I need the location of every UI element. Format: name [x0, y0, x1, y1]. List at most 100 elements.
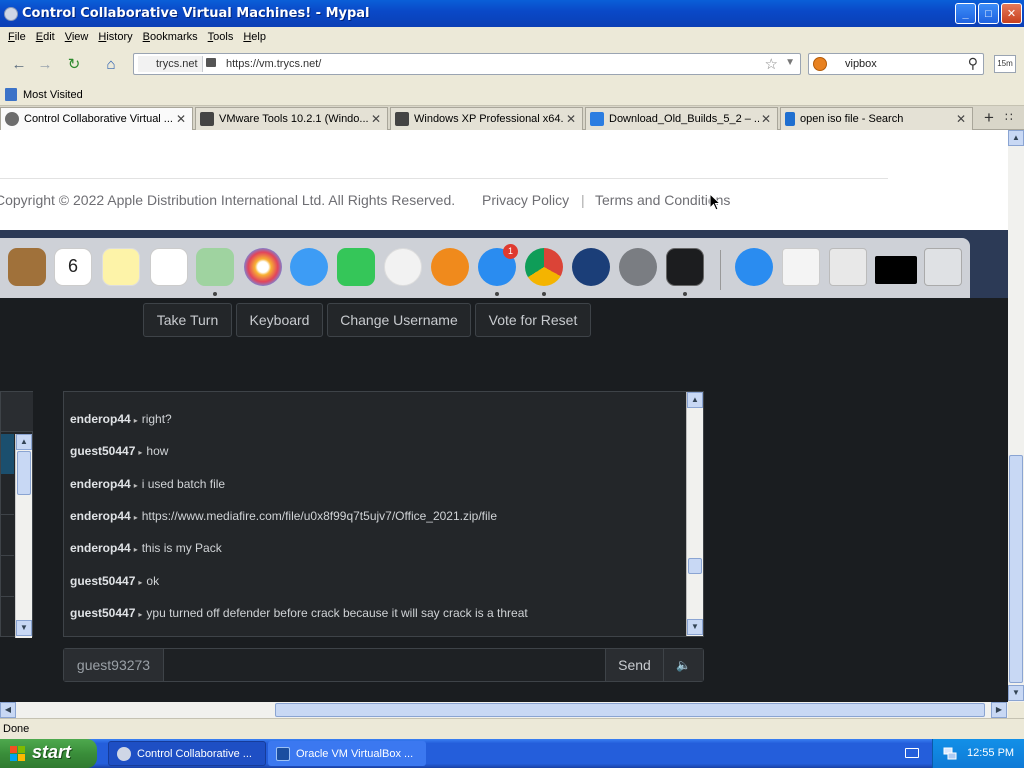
chat-username: guest50447 [70, 606, 136, 620]
chat-message: enderop44 ▸ this is my Pack [70, 541, 222, 555]
chat-username: enderop44 [70, 541, 131, 555]
footer-separator: | [581, 192, 585, 208]
scroll-down-arrow-icon[interactable]: ▼ [16, 620, 32, 636]
scroll-down-arrow-icon[interactable]: ▼ [1008, 685, 1024, 701]
scroll-thumb[interactable] [1009, 455, 1023, 683]
chat-log[interactable]: enderop44 ▸ right? guest50447 ▸ how enderop4… [63, 391, 704, 637]
scroll-thumb[interactable] [688, 558, 702, 574]
taskbar-item-mypal[interactable]: Control Collaborative ... [108, 741, 266, 766]
tab-open-iso-search[interactable]: open iso file - Search ✕ [780, 107, 973, 130]
taskbar: start Control Collaborative ... Oracle V… [0, 739, 1024, 768]
tab-vmware-tools[interactable]: VMware Tools 10.2.1 (Windo... ✕ [195, 107, 388, 130]
system-preferences-icon[interactable] [619, 248, 657, 286]
chat-arrow-icon: ▸ [133, 416, 138, 425]
keyboard-icon[interactable] [905, 748, 919, 758]
menu-bookmarks[interactable]: Bookmarks [138, 31, 203, 43]
menu-tools[interactable]: Tools [203, 31, 239, 43]
chrome-icon[interactable] [525, 248, 563, 286]
notes-icon[interactable] [102, 248, 140, 286]
activity-monitor-icon[interactable] [666, 248, 704, 286]
menu-view[interactable]: View [60, 31, 94, 43]
url-text[interactable]: https://vm.trycs.net/ [226, 58, 321, 70]
taskbar-item-virtualbox[interactable]: Oracle VM VirtualBox ... [268, 741, 426, 766]
app-store-download-icon[interactable] [735, 248, 773, 286]
search-input[interactable]: vipbox [845, 58, 877, 70]
minimize-button[interactable]: _ [955, 3, 976, 24]
search-box[interactable]: vipbox ⚲ [808, 53, 984, 75]
screenshot-thumbnail-icon[interactable] [875, 256, 917, 284]
chat-scrollbar[interactable]: ▲ ▼ [686, 392, 703, 636]
extension-button[interactable]: 15m [994, 55, 1016, 73]
page-horizontal-scrollbar[interactable]: ◀ ▶ [0, 702, 1008, 718]
chat-input[interactable] [165, 649, 605, 681]
speaker-icon[interactable]: 🔈 [663, 649, 703, 681]
tab-close-icon[interactable]: ✕ [954, 112, 968, 126]
scroll-up-arrow-icon[interactable]: ▲ [16, 434, 32, 450]
back-arrow-icon[interactable]: ← [7, 53, 31, 75]
menu-edit[interactable]: Edit [31, 31, 60, 43]
network-icon[interactable] [943, 746, 957, 760]
folder-stack-icon[interactable] [829, 248, 867, 286]
document-icon[interactable] [782, 248, 820, 286]
facetime-icon[interactable] [337, 248, 375, 286]
keyboard-button[interactable]: Keyboard [236, 303, 323, 337]
page-vertical-scrollbar[interactable]: ▲ ▼ [1008, 130, 1024, 702]
tab-windows-xp[interactable]: Windows XP Professional x64... ✕ [390, 107, 583, 130]
scroll-right-arrow-icon[interactable]: ▶ [991, 702, 1007, 718]
reload-icon[interactable]: ↻ [62, 53, 86, 75]
menu-help[interactable]: Help [238, 31, 271, 43]
tab-close-icon[interactable]: ✕ [174, 112, 188, 126]
mypal-icon [117, 746, 131, 761]
site-identity[interactable]: trycs.net [138, 56, 203, 72]
tab-download-old-builds[interactable]: Download_Old_Builds_5_2 – ... ✕ [585, 107, 778, 130]
scroll-left-arrow-icon[interactable]: ◀ [0, 702, 16, 718]
maximize-button[interactable]: □ [978, 3, 999, 24]
reminders-icon[interactable] [150, 248, 188, 286]
scroll-thumb[interactable] [275, 703, 985, 717]
tab-control-collaborative[interactable]: Control Collaborative Virtual ... ✕ [0, 107, 193, 130]
scroll-down-arrow-icon[interactable]: ▼ [687, 619, 703, 635]
bookmark-star-icon[interactable]: ☆ [765, 55, 778, 73]
messages-icon[interactable] [290, 248, 328, 286]
books-icon[interactable] [431, 248, 469, 286]
scroll-up-arrow-icon[interactable]: ▲ [1008, 130, 1024, 146]
privacy-policy-link[interactable]: Privacy Policy [482, 192, 569, 208]
url-bar[interactable]: trycs.net https://vm.trycs.net/ ☆ ▼ [133, 53, 801, 75]
bookmark-most-visited[interactable]: Most Visited [23, 89, 83, 101]
contacts-icon[interactable] [8, 248, 46, 286]
search-engine-icon[interactable] [813, 57, 827, 71]
search-icon[interactable]: ⚲ [968, 55, 978, 72]
tab-list-icon[interactable]: ∷ [1005, 110, 1013, 124]
menu-history[interactable]: History [93, 31, 137, 43]
tab-close-icon[interactable]: ✕ [759, 112, 773, 126]
chat-link[interactable]: https://www.mediafire.com/file/u0x8f99q7… [142, 509, 497, 523]
quicktime-icon[interactable] [572, 248, 610, 286]
status-text: Done [3, 723, 30, 735]
macos-dock[interactable]: 6 1 [0, 238, 970, 298]
user-list-selected-row[interactable] [1, 434, 14, 474]
running-indicator [495, 292, 499, 296]
tab-close-icon[interactable]: ✕ [369, 112, 383, 126]
tab-close-icon[interactable]: ✕ [564, 112, 578, 126]
url-dropdown-icon[interactable]: ▼ [785, 57, 795, 68]
vote-for-reset-button[interactable]: Vote for Reset [475, 303, 591, 337]
send-button[interactable]: Send [605, 649, 663, 681]
menu-file[interactable]: File [3, 31, 31, 43]
close-button[interactable]: ✕ [1001, 3, 1022, 24]
chat-arrow-icon: ▸ [138, 578, 143, 587]
home-icon[interactable]: ⌂ [99, 53, 123, 75]
take-turn-button[interactable]: Take Turn [143, 303, 232, 337]
forward-arrow-icon[interactable]: → [33, 53, 57, 75]
change-username-button[interactable]: Change Username [327, 303, 471, 337]
clock[interactable]: 12:55 PM [967, 747, 1014, 759]
scroll-up-arrow-icon[interactable]: ▲ [687, 392, 703, 408]
scroll-thumb[interactable] [17, 451, 31, 495]
start-button[interactable]: start [0, 739, 97, 768]
photos-icon[interactable] [244, 248, 282, 286]
trash-icon[interactable] [924, 248, 962, 286]
maps-icon[interactable] [196, 248, 234, 286]
user-list-scrollbar[interactable]: ▲ ▼ [15, 434, 32, 638]
music-icon[interactable] [384, 248, 422, 286]
new-tab-button[interactable]: + [977, 108, 1001, 129]
start-label: start [32, 742, 72, 762]
